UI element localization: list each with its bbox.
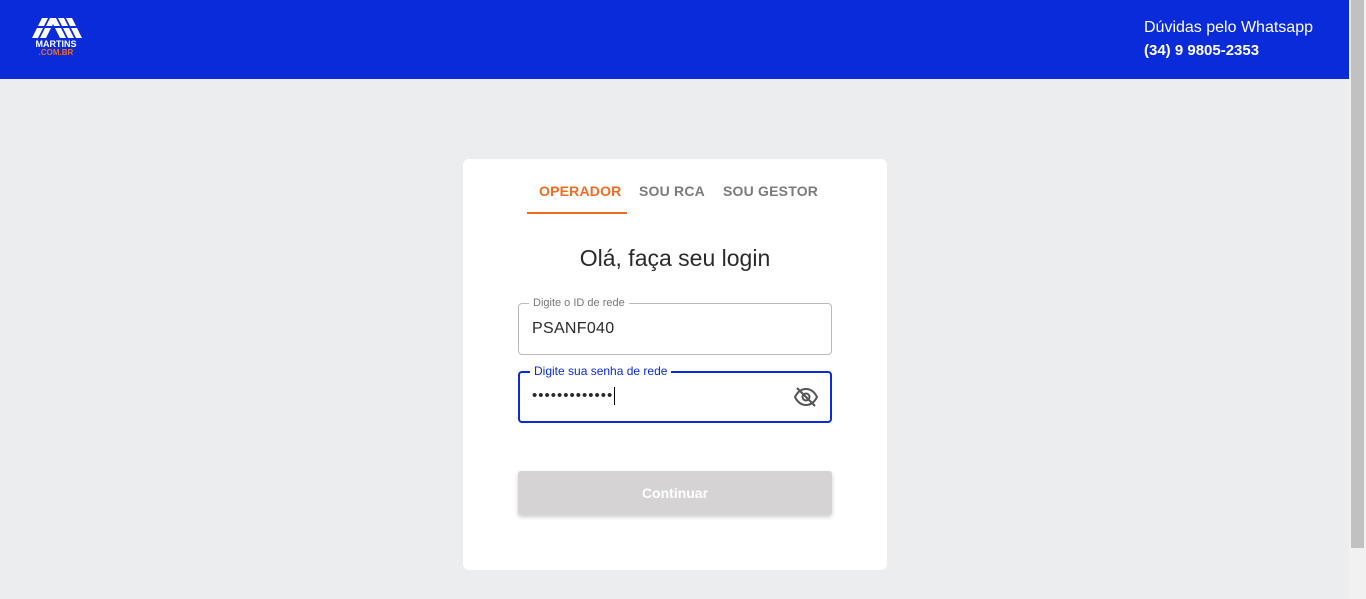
tab-sou-gestor[interactable]: SOU GESTOR — [723, 183, 818, 199]
logo-subtext: .COM.BR — [38, 48, 74, 57]
continue-button[interactable]: Continuar — [518, 471, 832, 515]
vertical-scrollbar[interactable] — [1349, 0, 1366, 599]
martins-logo-mark-icon — [32, 18, 82, 38]
tab-sou-rca[interactable]: SOU RCA — [639, 183, 705, 199]
scrollbar-thumb[interactable] — [1351, 0, 1364, 548]
login-card: OPERADOR SOU RCA SOU GESTOR Olá, faça se… — [463, 159, 887, 570]
network-id-label: Digite o ID de rede — [529, 296, 629, 310]
login-tabs: OPERADOR SOU RCA SOU GESTOR — [463, 159, 887, 215]
password-field[interactable]: Digite sua senha de rede ••••••••••••• — [518, 364, 832, 423]
network-id-field[interactable]: Digite o ID de rede PSANF040 — [518, 296, 832, 355]
network-id-input[interactable]: PSANF040 — [532, 320, 614, 338]
martins-logo[interactable]: MARTINS .COM.BR — [28, 12, 84, 62]
text-caret — [614, 387, 616, 406]
password-dots: ••••••••••••• — [532, 387, 614, 404]
password-label: Digite sua senha de rede — [530, 364, 672, 378]
tab-operador[interactable]: OPERADOR — [539, 183, 622, 199]
password-input[interactable]: ••••••••••••• — [532, 387, 616, 406]
active-tab-indicator — [527, 212, 627, 214]
page-title: Olá, faça seu login — [579, 245, 771, 271]
help-title: Dúvidas pelo Whatsapp — [1144, 19, 1313, 36]
whatsapp-help: Dúvidas pelo Whatsapp (34) 9 9805-2353 — [1144, 18, 1313, 61]
top-header: MARTINS .COM.BR Dúvidas pelo Whatsapp (3… — [0, 0, 1349, 79]
eye-off-icon[interactable] — [794, 387, 818, 407]
help-phone[interactable]: (34) 9 9805-2353 — [1144, 41, 1313, 61]
